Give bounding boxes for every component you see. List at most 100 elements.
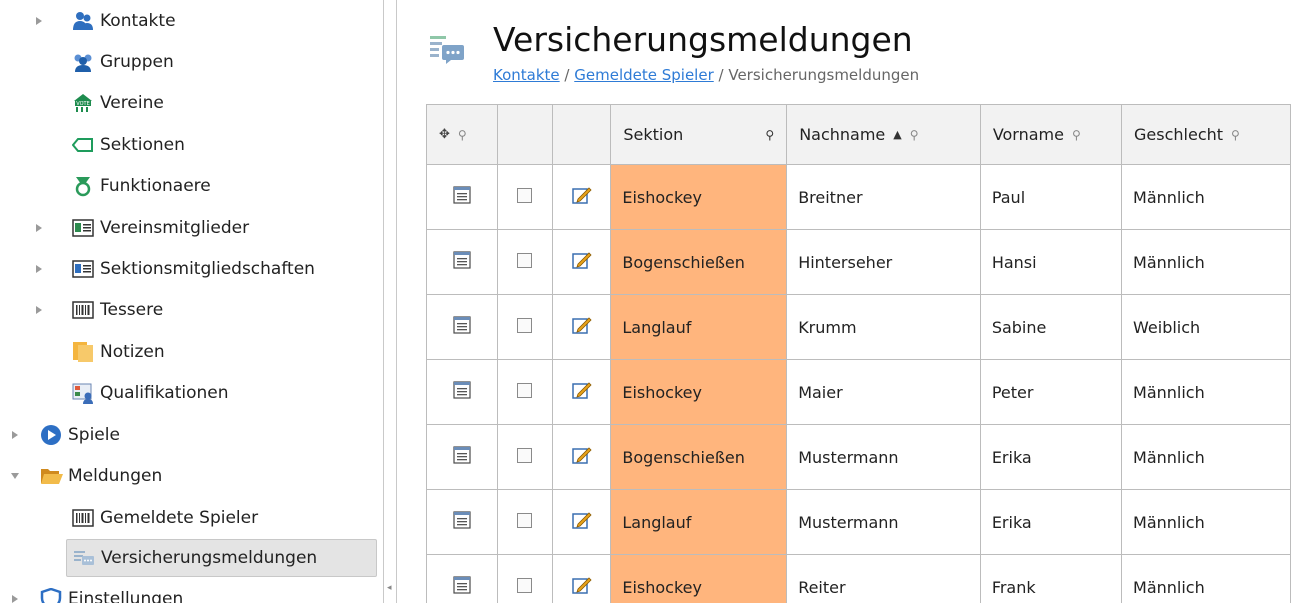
details-view-icon[interactable] bbox=[453, 381, 471, 403]
expand-arrow-icon[interactable] bbox=[9, 429, 21, 441]
table-row[interactable]: Eishockey Breitner Paul Männlich bbox=[426, 164, 1291, 230]
filter-icon[interactable]: ⚲ bbox=[458, 128, 467, 142]
row-edit-button[interactable] bbox=[552, 424, 612, 490]
details-view-icon[interactable] bbox=[453, 576, 471, 598]
row-edit-button[interactable] bbox=[552, 229, 612, 295]
row-edit-button[interactable] bbox=[552, 554, 612, 603]
cell-geschlecht: Männlich bbox=[1121, 229, 1291, 295]
row-select-cell[interactable] bbox=[496, 229, 554, 295]
details-view-icon[interactable] bbox=[453, 186, 471, 208]
sidebar-item-notizen[interactable]: Notizen bbox=[72, 333, 165, 371]
row-select-cell[interactable] bbox=[496, 359, 554, 425]
row-details-button[interactable] bbox=[426, 359, 498, 425]
cell-geschlecht: Weiblich bbox=[1121, 294, 1291, 360]
edit-icon[interactable] bbox=[572, 252, 592, 273]
sidebar-item-sektionen[interactable]: Sektionen bbox=[71, 126, 185, 164]
cell-sektion: Eishockey bbox=[610, 554, 788, 603]
collapse-arrow-icon[interactable] bbox=[9, 470, 21, 482]
sidebar-item-tessere[interactable]: Tessere bbox=[36, 291, 163, 329]
row-select-cell[interactable] bbox=[496, 489, 554, 555]
details-view-icon[interactable] bbox=[453, 316, 471, 338]
sidebar-item-meldungen[interactable]: Meldungen bbox=[11, 457, 162, 495]
row-checkbox[interactable] bbox=[517, 512, 533, 528]
column-header-vorname[interactable]: Vorname ⚲ bbox=[979, 104, 1123, 165]
expand-arrow-icon[interactable] bbox=[33, 15, 45, 27]
sort-ascending-icon[interactable]: ▲ bbox=[893, 128, 901, 141]
column-header-move[interactable]: ✥ ⚲ bbox=[426, 104, 498, 165]
expand-arrow-icon[interactable] bbox=[33, 263, 45, 275]
clubs-icon: VOTE bbox=[72, 92, 94, 114]
svg-text:VOTE: VOTE bbox=[76, 101, 89, 107]
collapse-handle-icon[interactable]: ◂ bbox=[387, 583, 392, 593]
row-checkbox[interactable] bbox=[517, 447, 533, 463]
sidebar-item-vereine[interactable]: VOTE Vereine bbox=[72, 84, 164, 122]
table-row[interactable]: Eishockey Reiter Frank Männlich bbox=[426, 554, 1291, 603]
row-checkbox[interactable] bbox=[517, 382, 533, 398]
row-checkbox[interactable] bbox=[517, 187, 533, 203]
column-header-sektion[interactable]: Sektion ⚲ bbox=[610, 104, 788, 165]
row-checkbox[interactable] bbox=[517, 577, 533, 593]
edit-icon[interactable] bbox=[572, 447, 592, 468]
table-row[interactable]: Eishockey Maier Peter Männlich bbox=[426, 359, 1291, 425]
row-edit-button[interactable] bbox=[552, 359, 612, 425]
table-row[interactable]: Langlauf Mustermann Erika Männlich bbox=[426, 489, 1291, 555]
cell-sektion: Langlauf bbox=[610, 294, 788, 360]
row-details-button[interactable] bbox=[426, 294, 498, 360]
row-details-button[interactable] bbox=[426, 164, 498, 230]
row-select-cell[interactable] bbox=[496, 424, 554, 490]
row-checkbox[interactable] bbox=[517, 317, 533, 333]
row-select-cell[interactable] bbox=[496, 554, 554, 603]
edit-icon[interactable] bbox=[572, 187, 592, 208]
column-header-geschlecht[interactable]: Geschlecht ⚲ bbox=[1121, 104, 1291, 165]
move-icon[interactable]: ✥ bbox=[439, 127, 450, 142]
row-details-button[interactable] bbox=[426, 229, 498, 295]
row-edit-button[interactable] bbox=[552, 294, 612, 360]
sidebar-item-einstellungen[interactable]: Einstellungen bbox=[12, 580, 183, 603]
row-details-button[interactable] bbox=[426, 489, 498, 555]
sidebar-item-label: Sektionen bbox=[100, 135, 185, 155]
row-select-cell[interactable] bbox=[496, 294, 554, 360]
filter-icon[interactable]: ⚲ bbox=[1072, 128, 1081, 142]
row-edit-button[interactable] bbox=[552, 164, 612, 230]
sidebar-item-sektionsmitgliedschaften[interactable]: Sektionsmitgliedschaften bbox=[36, 250, 315, 288]
edit-icon[interactable] bbox=[572, 577, 592, 598]
cell-sektion: Bogenschießen bbox=[610, 229, 788, 295]
edit-icon[interactable] bbox=[572, 317, 592, 338]
row-details-button[interactable] bbox=[426, 424, 498, 490]
details-view-icon[interactable] bbox=[453, 251, 471, 273]
sidebar-item-funktionaere[interactable]: Funktionaere bbox=[72, 167, 211, 205]
details-view-icon[interactable] bbox=[453, 511, 471, 533]
row-details-button[interactable] bbox=[426, 554, 498, 603]
expand-arrow-icon[interactable] bbox=[33, 222, 45, 234]
column-header-label: Vorname bbox=[992, 125, 1064, 144]
sidebar-item-gemeldete-spieler[interactable]: Gemeldete Spieler bbox=[72, 499, 258, 537]
sidebar-splitter[interactable]: ◂ bbox=[383, 0, 397, 603]
filter-icon[interactable]: ⚲ bbox=[1231, 128, 1240, 142]
cell-geschlecht: Männlich bbox=[1121, 489, 1291, 555]
table-row[interactable]: Langlauf Krumm Sabine Weiblich bbox=[426, 294, 1291, 360]
filter-active-icon[interactable]: ⚲ bbox=[765, 128, 774, 142]
table-row[interactable]: Bogenschießen Hinterseher Hansi Männlich bbox=[426, 229, 1291, 295]
row-select-cell[interactable] bbox=[496, 164, 554, 230]
row-checkbox[interactable] bbox=[517, 252, 533, 268]
filter-icon[interactable]: ⚲ bbox=[910, 128, 919, 142]
edit-icon[interactable] bbox=[572, 512, 592, 533]
sidebar-item-spiele[interactable]: Spiele bbox=[12, 416, 120, 454]
contacts-icon bbox=[72, 10, 94, 32]
column-header-nachname[interactable]: Nachname ▲ ⚲ bbox=[786, 104, 981, 165]
sidebar-item-gruppen[interactable]: Gruppen bbox=[72, 43, 174, 81]
groups-icon bbox=[72, 51, 94, 73]
sidebar-item-kontakte[interactable]: Kontakte bbox=[36, 2, 176, 40]
expand-arrow-icon[interactable] bbox=[9, 593, 21, 603]
breadcrumb-link-kontakte[interactable]: Kontakte bbox=[493, 66, 560, 84]
breadcrumb-link-gemeldete-spieler[interactable]: Gemeldete Spieler bbox=[574, 66, 714, 84]
sidebar-item-qualifikationen[interactable]: Qualifikationen bbox=[72, 374, 229, 412]
sidebar-item-versicherungsmeldungen[interactable]: Versicherungsmeldungen bbox=[66, 539, 377, 577]
id-card-icon bbox=[72, 258, 94, 280]
expand-arrow-icon[interactable] bbox=[33, 304, 45, 316]
sidebar-item-vereinsmitglieder[interactable]: Vereinsmitglieder bbox=[36, 209, 249, 247]
table-row[interactable]: Bogenschießen Mustermann Erika Männlich bbox=[426, 424, 1291, 490]
row-edit-button[interactable] bbox=[552, 489, 612, 555]
edit-icon[interactable] bbox=[572, 382, 592, 403]
details-view-icon[interactable] bbox=[453, 446, 471, 468]
